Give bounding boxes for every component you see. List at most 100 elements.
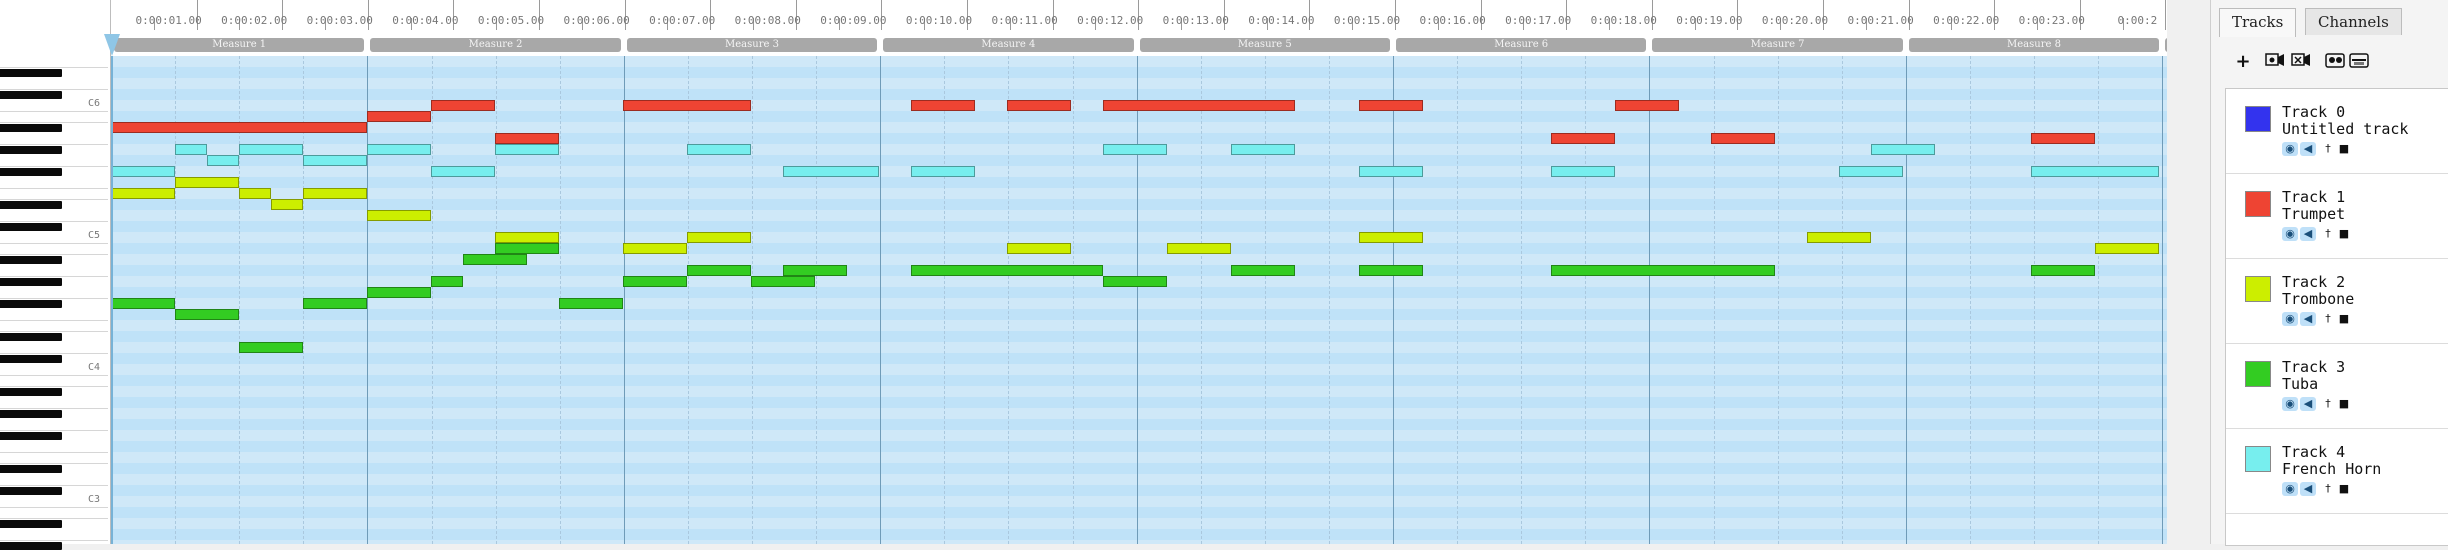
black-key[interactable] [0,91,62,99]
note-track-1[interactable] [1007,100,1071,111]
track-color-swatch[interactable] [2245,106,2271,132]
track-row[interactable]: Track 0 Untitled track ◉ ◀ † ■ [2226,89,2448,174]
note-track-4[interactable] [1359,166,1423,177]
black-key[interactable] [0,223,62,231]
note-track-3[interactable] [239,342,303,353]
note-track-4[interactable] [431,166,495,177]
black-key[interactable] [0,487,62,495]
note-track-4[interactable] [1231,144,1295,155]
black-key[interactable] [0,388,62,396]
note-track-4[interactable] [2031,166,2159,177]
note-track-2[interactable] [1167,243,1231,254]
note-track-3[interactable] [1359,265,1423,276]
black-key[interactable] [0,410,62,418]
black-key[interactable] [0,168,62,176]
black-key[interactable] [0,146,62,154]
note-track-3[interactable] [783,265,847,276]
mute-all-button[interactable] [2289,50,2313,74]
note-track-3[interactable] [2031,265,2095,276]
delete-icon[interactable]: ■ [2336,227,2352,241]
note-track-2[interactable] [2095,243,2159,254]
note-track-1[interactable] [495,133,559,144]
black-key[interactable] [0,124,62,132]
mute-icon[interactable]: ◀ [2300,312,2316,326]
black-key[interactable] [0,355,62,363]
delete-icon[interactable]: ■ [2336,482,2352,496]
black-key[interactable] [0,300,62,308]
track-color-swatch[interactable] [2245,361,2271,387]
note-track-4[interactable] [175,144,207,155]
note-track-1[interactable] [1615,100,1679,111]
black-key[interactable] [0,278,62,286]
mute-icon[interactable]: ◀ [2300,397,2316,411]
track-color-swatch[interactable] [2245,191,2271,217]
visibility-icon[interactable]: ◉ [2282,227,2298,241]
track-color-swatch[interactable] [2245,276,2271,302]
note-track-3[interactable] [463,254,527,265]
tab-tracks[interactable]: Tracks [2219,8,2297,37]
note-track-3[interactable] [431,276,463,287]
note-track-3[interactable] [1103,276,1167,287]
note-track-1[interactable] [1359,100,1423,111]
time-ruler[interactable]: 0:00:01.00 0:00:02.00 0:00:03.00 0:00:04.00… [111,0,2167,56]
note-track-4[interactable] [367,144,431,155]
note-track-3[interactable] [751,276,815,287]
delete-icon[interactable]: ■ [2336,142,2352,156]
measure-bar-5[interactable]: Measure 5 [1139,38,1390,52]
hide-all-button[interactable] [2347,50,2371,74]
tuning-fork-icon[interactable]: † [2320,227,2336,241]
measure-bar-1[interactable]: Measure 1 [114,38,365,52]
measure-bar-4[interactable]: Measure 4 [883,38,1134,52]
black-key[interactable] [0,542,62,550]
note-track-4[interactable] [1551,166,1615,177]
tuning-fork-icon[interactable]: † [2320,397,2336,411]
note-track-4[interactable] [111,166,175,177]
solo-all-button[interactable] [2263,50,2287,74]
note-track-2[interactable] [1007,243,1071,254]
note-track-3[interactable] [111,298,175,309]
black-key[interactable] [0,432,62,440]
measure-bar-6[interactable]: Measure 6 [1396,38,1647,52]
track-row[interactable]: Track 2 Trombone ◉ ◀ † ■ [2226,259,2448,344]
note-track-2[interactable] [1359,232,1423,243]
note-track-4[interactable] [239,144,303,155]
note-track-2[interactable] [271,199,303,210]
note-track-1[interactable] [431,100,495,111]
black-key[interactable] [0,256,62,264]
measure-bar-3[interactable]: Measure 3 [626,38,878,52]
note-track-3[interactable] [911,265,1103,276]
note-track-2[interactable] [1807,232,1871,243]
black-key[interactable] [0,69,62,77]
note-track-2[interactable] [303,188,367,199]
measure-bar-7[interactable]: Measure 7 [1652,38,1903,52]
note-track-3[interactable] [1551,265,1775,276]
track-row[interactable]: Track 4 French Horn ◉ ◀ † ■ [2226,429,2448,514]
mute-icon[interactable]: ◀ [2300,482,2316,496]
note-track-1[interactable] [1551,133,1615,144]
measure-bar-2[interactable]: Measure 2 [370,38,621,52]
track-color-swatch[interactable] [2245,446,2271,472]
track-row[interactable]: Track 1 Trumpet ◉ ◀ † ■ [2226,174,2448,259]
note-track-3[interactable] [559,298,623,309]
note-track-1[interactable] [623,100,751,111]
visibility-icon[interactable]: ◉ [2282,397,2298,411]
note-track-4[interactable] [303,155,367,166]
note-track-4[interactable] [495,144,559,155]
note-track-4[interactable] [1839,166,1903,177]
note-track-2[interactable] [111,188,175,199]
black-key[interactable] [0,520,62,528]
note-track-1[interactable] [367,111,431,122]
delete-icon[interactable]: ■ [2336,312,2352,326]
measure-bar-9[interactable] [2165,38,2167,52]
note-track-3[interactable] [303,298,367,309]
note-track-2[interactable] [495,232,559,243]
tuning-fork-icon[interactable]: † [2320,142,2336,156]
black-key[interactable] [0,465,62,473]
measure-bar-8[interactable]: Measure 8 [1908,38,2160,52]
note-track-2[interactable] [367,210,431,221]
note-track-4[interactable] [783,166,879,177]
visibility-icon[interactable]: ◉ [2282,312,2298,326]
note-track-3[interactable] [367,287,431,298]
note-track-2[interactable] [239,188,271,199]
note-track-1[interactable] [911,100,975,111]
